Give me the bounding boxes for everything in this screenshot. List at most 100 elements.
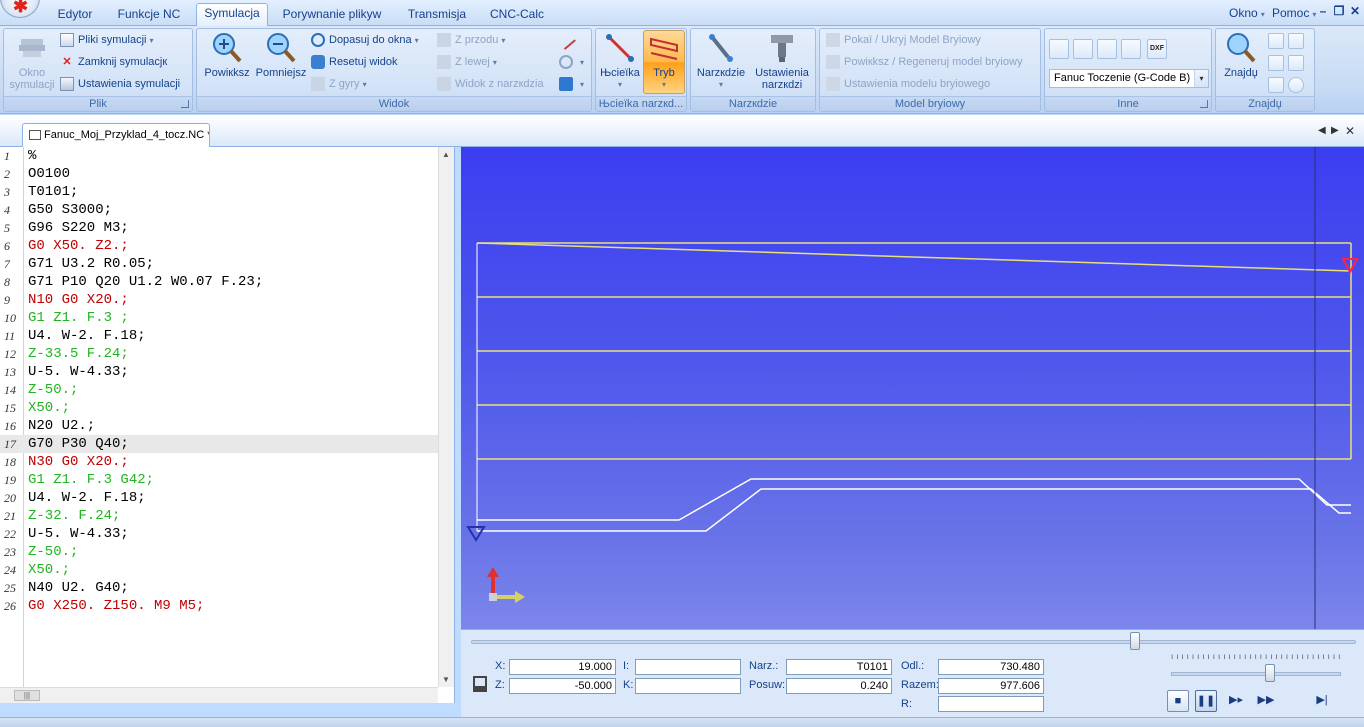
fast-forward-button[interactable]: ▶▶ bbox=[1255, 690, 1277, 712]
code-line[interactable]: 7 G71 U3.2 R0.05; bbox=[0, 255, 438, 273]
narzedzie-button[interactable]: Narzкdzie ▾ bbox=[693, 31, 749, 91]
window-icon[interactable] bbox=[1097, 39, 1117, 59]
find-previous-icon[interactable] bbox=[1268, 55, 1284, 71]
code-line[interactable]: 2 O0100 bbox=[0, 165, 438, 183]
code-line[interactable]: 9 N10 G0 X20.; bbox=[0, 291, 438, 309]
code-line[interactable]: 18 N30 G0 X20.; bbox=[0, 453, 438, 471]
powieksz-regeneruj-model-button[interactable]: Powiкksz / Regeneruj model bryіowy bbox=[826, 53, 1022, 71]
export-icon[interactable] bbox=[1049, 39, 1069, 59]
sciezka-button[interactable]: Њcieїka ▾ bbox=[598, 31, 642, 91]
code-line[interactable]: 6 G0 X50. Z2.; bbox=[0, 237, 438, 255]
code-line[interactable]: 10 G1 Z1. F.3 ; bbox=[0, 309, 438, 327]
zamknij-symulacje-button[interactable]: ✕ Zamknij symulacjк bbox=[60, 53, 167, 71]
code-line[interactable]: 13 U-5. W-4.33; bbox=[0, 363, 438, 381]
tab-cnc-calc[interactable]: CNC-Calc bbox=[484, 5, 550, 26]
find-next-icon[interactable] bbox=[1268, 33, 1284, 49]
code-line[interactable]: 19 G1 Z1. F.3 G42; bbox=[0, 471, 438, 489]
tab-scroll-right-icon[interactable]: ▶ bbox=[1331, 125, 1339, 136]
ustawienia-narzedzi-button[interactable]: Ustawienia narzкdzi bbox=[749, 31, 815, 91]
ustawienia-modelu-button[interactable]: Ustawienia modelu bryіowego bbox=[826, 75, 990, 93]
code-line[interactable]: 12 Z-33.5 F.24; bbox=[0, 345, 438, 363]
dialog-launcher-icon[interactable] bbox=[181, 100, 189, 108]
compass-icon[interactable] bbox=[1288, 77, 1304, 93]
go-to-line-icon[interactable] bbox=[1288, 33, 1304, 49]
code-line[interactable]: 11 U4. W-2. F.18; bbox=[0, 327, 438, 345]
vertical-scrollbar[interactable]: ▲ ▼ bbox=[438, 147, 454, 687]
okno-menu[interactable]: Okno ▾ bbox=[1229, 6, 1265, 20]
pomniejsz-button[interactable]: Pomniejsz bbox=[253, 31, 309, 79]
grid-icon[interactable] bbox=[1121, 39, 1141, 59]
restore-icon[interactable]: ❐ bbox=[1332, 4, 1346, 18]
i-value-field bbox=[635, 659, 741, 675]
code-line[interactable]: 4 G50 S3000; bbox=[0, 201, 438, 219]
code-line[interactable]: 3 T0101; bbox=[0, 183, 438, 201]
tab-symulacja[interactable]: Symulacja bbox=[196, 3, 268, 27]
go-to-end-button[interactable]: ▶| bbox=[1311, 690, 1333, 712]
code-line[interactable]: 20 U4. W-2. F.18; bbox=[0, 489, 438, 507]
znajdz-button[interactable]: Znajdџ bbox=[1218, 31, 1264, 79]
code-line[interactable]: 16 N20 U2.; bbox=[0, 417, 438, 435]
speed-slider[interactable] bbox=[1171, 672, 1341, 676]
code-line[interactable]: 1% bbox=[0, 147, 438, 165]
replace-icon[interactable] bbox=[1268, 77, 1284, 93]
tab-funkcje-nc[interactable]: Funkcje NC bbox=[108, 5, 190, 26]
document-tab[interactable]: Fanuc_Moj_Przyklad_4_tocz.NC * bbox=[22, 123, 210, 147]
playback-slider-thumb[interactable] bbox=[1129, 632, 1140, 650]
render-mode-button[interactable]: ▾ bbox=[559, 75, 584, 93]
code-line[interactable]: 26 G0 X250. Z150. M9 M5; bbox=[0, 597, 438, 615]
z-gory-button[interactable]: Z gуry ▾ bbox=[311, 75, 367, 93]
tab-edytor[interactable]: Edytor bbox=[44, 5, 106, 26]
pomoc-menu[interactable]: Pomoc ▾ bbox=[1272, 6, 1316, 20]
code-line[interactable]: 23 Z-50.; bbox=[0, 543, 438, 561]
code-line[interactable]: 25 N40 U2. G40; bbox=[0, 579, 438, 597]
go-to-end-icon: ▶| bbox=[1316, 694, 1328, 706]
playback-slider[interactable] bbox=[471, 640, 1356, 644]
resetuj-widok-button[interactable]: Resetuj widok bbox=[311, 53, 397, 71]
bookmark-icon[interactable] bbox=[1288, 55, 1304, 71]
code-line[interactable]: 14 Z-50.; bbox=[0, 381, 438, 399]
line-number: 18 bbox=[4, 455, 16, 469]
narz-label: Narz.: bbox=[749, 660, 779, 672]
okno-symulacji-button[interactable]: Okno symulacji bbox=[6, 31, 58, 91]
pliki-symulacji-button[interactable]: Pliki symulacji ▾ bbox=[60, 31, 153, 49]
code-line[interactable]: 22 U-5. W-4.33; bbox=[0, 525, 438, 543]
stop-button[interactable]: ■ bbox=[1167, 690, 1189, 712]
close-icon[interactable]: ✕ bbox=[1348, 4, 1362, 18]
pause-button[interactable]: ❚❚ bbox=[1195, 690, 1217, 712]
scroll-thumb[interactable]: ||| bbox=[14, 690, 40, 701]
app-menu-button[interactable]: ✱ bbox=[0, 0, 40, 18]
ustawienia-symulacji-button[interactable]: Ustawienia symulacji bbox=[60, 75, 180, 93]
rotate-view-button[interactable]: ▾ bbox=[559, 53, 584, 71]
code-line[interactable]: 17 G70 P30 Q40; bbox=[0, 435, 438, 453]
code-editor[interactable]: 1% 2 O0100 3 T0101; 4 G50 S3000; 5 G96 S220 M3; 6… bbox=[0, 147, 455, 703]
code-line[interactable]: 21 Z-32. F.24; bbox=[0, 507, 438, 525]
widok-z-narzedzia-button[interactable]: Widok z narzкdzia bbox=[437, 75, 544, 93]
dopasuj-do-okna-button[interactable]: Dopasuj do okna ▾ bbox=[311, 31, 419, 49]
dialog-launcher-icon[interactable] bbox=[1200, 100, 1208, 108]
z-lewej-button[interactable]: Z lewej ▾ bbox=[437, 53, 497, 71]
measure-icon[interactable] bbox=[1073, 39, 1093, 59]
scroll-up-icon[interactable]: ▲ bbox=[442, 150, 450, 159]
scroll-down-icon[interactable]: ▼ bbox=[442, 675, 450, 684]
razem-label: Razem: bbox=[901, 679, 939, 691]
step-forward-button[interactable]: ▶▸ bbox=[1225, 690, 1247, 712]
code-line[interactable]: 5 G96 S220 M3; bbox=[0, 219, 438, 237]
close-document-icon[interactable]: ✕ bbox=[1345, 124, 1355, 138]
machine-select[interactable]: Fanuc Toczenie (G-Code B) ▾ bbox=[1049, 69, 1209, 88]
tryb-button[interactable]: Tryb ▾ bbox=[643, 30, 685, 94]
z-przodu-button[interactable]: Z przodu ▾ bbox=[437, 31, 505, 49]
pokaz-ukryj-model-button[interactable]: Pokaї / Ukryj Model Bryіowy bbox=[826, 31, 981, 49]
code-line[interactable]: 24 X50.; bbox=[0, 561, 438, 579]
code-line[interactable]: 15 X50.; bbox=[0, 399, 438, 417]
dxf-icon[interactable]: DXF bbox=[1147, 39, 1167, 59]
tab-transmisja[interactable]: Transmisja bbox=[398, 5, 476, 26]
tab-scroll-left-icon[interactable]: ◀ bbox=[1318, 125, 1326, 136]
code-line[interactable]: 8 G71 P10 Q20 U1.2 W0.07 F.23; bbox=[0, 273, 438, 291]
speed-slider-thumb[interactable] bbox=[1264, 664, 1275, 682]
horizontal-scrollbar[interactable]: ||| bbox=[0, 687, 438, 703]
minimize-icon[interactable]: – bbox=[1316, 4, 1330, 18]
edit-view-button[interactable] bbox=[556, 30, 577, 50]
powieksz-button[interactable]: Powiкksz bbox=[201, 31, 253, 79]
tab-porownanie-plikow[interactable]: Porywnanie plikyw bbox=[276, 5, 388, 26]
simulation-viewport[interactable] bbox=[461, 147, 1364, 629]
